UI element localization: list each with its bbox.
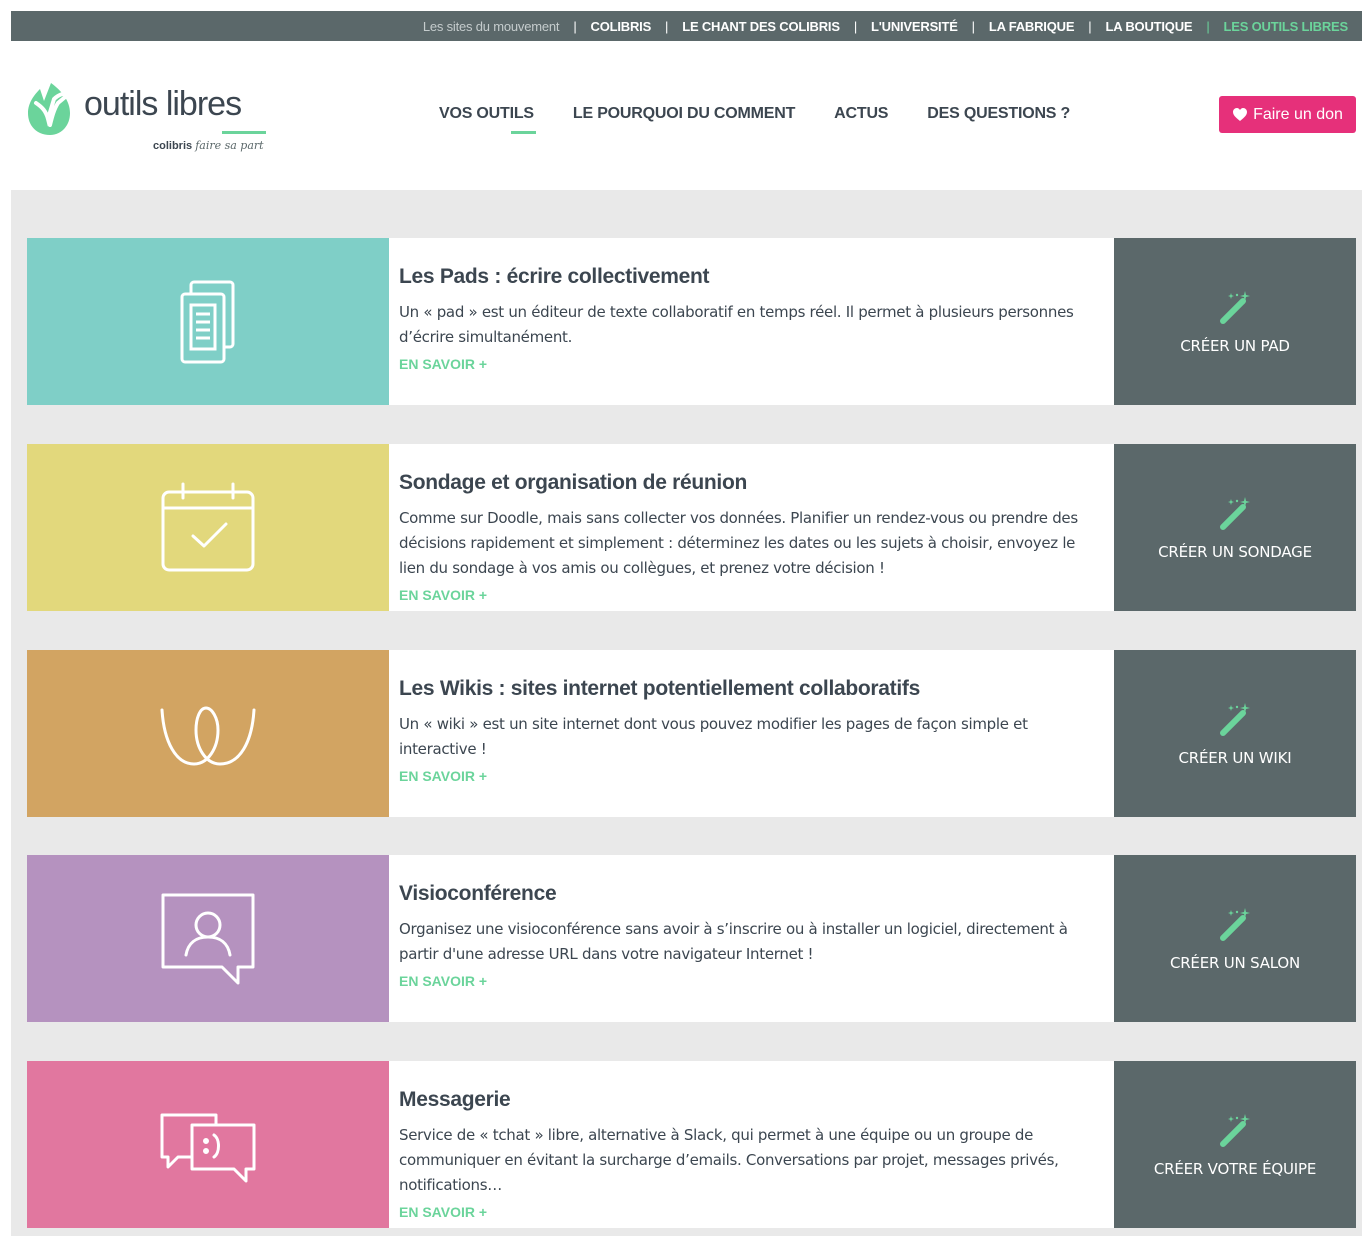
tool-thumb-pads <box>27 238 389 405</box>
separator: | <box>971 18 975 34</box>
movement-sites-intro: Les sites du mouvement <box>422 18 560 34</box>
magic-wand-icon <box>1220 702 1250 736</box>
tool-description: Comme sur Doodle, mais sans collecter vo… <box>399 509 1078 577</box>
hummingbird-logo-icon <box>28 83 76 135</box>
create-button-label: CRÉER UN SONDAGE <box>1158 542 1312 561</box>
tool-card-wikis: Les Wikis : sites internet potentielleme… <box>27 650 1356 817</box>
wiki-icon <box>160 705 256 766</box>
tool-thumb-visio <box>27 855 389 1022</box>
topbar-link-boutique[interactable]: LA BOUTIQUE <box>1105 19 1192 34</box>
tool-thumb-wikis <box>27 650 389 817</box>
create-button-label: CRÉER VOTRE ÉQUIPE <box>1153 1159 1317 1178</box>
create-equipe-button[interactable]: CRÉER VOTRE ÉQUIPE <box>1114 1061 1356 1228</box>
tool-title: Les Wikis : sites internet potentielleme… <box>399 677 920 700</box>
magic-wand-icon <box>1220 496 1250 530</box>
tool-card-visio: Visioconférence Organisez une visioconfé… <box>27 855 1356 1022</box>
tool-body-wikis: Les Wikis : sites internet potentielleme… <box>389 650 1114 817</box>
chat-bubbles-icon <box>160 1113 256 1182</box>
tool-description: Un « wiki » est un site internet dont vo… <box>399 715 1028 758</box>
learn-more-link[interactable]: EN SAVOIR + <box>399 587 1104 603</box>
tool-title: Les Pads : écrire collectivement <box>399 265 710 288</box>
tool-body-sondage: Sondage et organisation de réunion Comme… <box>389 444 1114 611</box>
heart-icon <box>1233 108 1248 121</box>
logo-tagline-text: faire sa part <box>195 139 264 152</box>
nav-des-questions[interactable]: DES QUESTIONS ? <box>927 105 1070 123</box>
tool-title: Sondage et organisation de réunion <box>399 471 748 494</box>
tool-title: Visioconférence <box>399 882 557 905</box>
magic-wand-icon <box>1220 907 1250 941</box>
topbar-link-colibris[interactable]: COLIBRIS <box>591 19 652 34</box>
tool-card-sondage: Sondage et organisation de réunion Comme… <box>27 444 1356 611</box>
tool-thumb-messagerie <box>27 1061 389 1228</box>
create-sondage-button[interactable]: CRÉER UN SONDAGE <box>1114 444 1356 611</box>
logo-title: outils libres <box>84 85 242 123</box>
movement-sites-bar: Les sites du mouvement | COLIBRIS | LE C… <box>11 11 1362 41</box>
separator: | <box>573 18 577 34</box>
tool-card-messagerie: Messagerie Service de « tchat » libre, a… <box>27 1061 1356 1228</box>
learn-more-link[interactable]: EN SAVOIR + <box>399 973 1104 989</box>
separator: | <box>1206 18 1210 34</box>
learn-more-link[interactable]: EN SAVOIR + <box>399 356 1104 372</box>
site-logo[interactable]: outils libres colibris faire sa part <box>26 79 276 159</box>
video-user-icon <box>161 893 255 984</box>
create-button-label: CRÉER UN PAD <box>1180 336 1290 355</box>
separator: | <box>853 18 858 34</box>
tool-description: Un « pad » est un éditeur de texte colla… <box>399 303 1074 346</box>
site-header: outils libres colibris faire sa part VOS… <box>0 41 1362 190</box>
create-salon-button[interactable]: CRÉER UN SALON <box>1114 855 1356 1022</box>
tool-body-pads: Les Pads : écrire collectivement Un « pa… <box>389 238 1114 405</box>
tool-body-visio: Visioconférence Organisez une visioconfé… <box>389 855 1114 1022</box>
create-button-label: CRÉER UN SALON <box>1169 953 1301 972</box>
nav-vos-outils[interactable]: VOS OUTILS <box>439 105 536 134</box>
tools-list: Les Pads : écrire collectivement Un « pa… <box>11 190 1362 1236</box>
tool-title: Messagerie <box>399 1088 511 1111</box>
topbar-link-universite[interactable]: L'UNIVERSITÉ <box>871 19 958 34</box>
calendar-check-icon <box>161 482 255 571</box>
separator: | <box>665 18 669 34</box>
donate-button[interactable]: Faire un don <box>1219 96 1356 133</box>
topbar-link-outils-libres[interactable]: LES OUTILS LIBRES <box>1224 19 1349 34</box>
learn-more-link[interactable]: EN SAVOIR + <box>399 768 1104 784</box>
nav-actus[interactable]: ACTUS <box>834 105 888 123</box>
learn-more-link[interactable]: EN SAVOIR + <box>399 1204 1104 1220</box>
topbar-link-fabrique[interactable]: LA FABRIQUE <box>989 19 1075 34</box>
logo-brand: colibris <box>153 140 193 152</box>
topbar-link-chant-des-colibris[interactable]: LE CHANT DES COLIBRIS <box>682 19 840 34</box>
nav-pourquoi-du-comment[interactable]: LE POURQUOI DU COMMENT <box>573 105 795 123</box>
main-nav: VOS OUTILS LE POURQUOI DU COMMENT ACTUS … <box>439 105 1109 134</box>
separator: | <box>1088 18 1092 34</box>
create-pad-button[interactable]: CRÉER UN PAD <box>1114 238 1356 405</box>
tool-card-pads: Les Pads : écrire collectivement Un « pa… <box>27 238 1356 405</box>
tool-description: Organisez une visioconférence sans avoir… <box>399 920 1068 963</box>
magic-wand-icon <box>1220 1113 1250 1147</box>
create-wiki-button[interactable]: CRÉER UN WIKI <box>1114 650 1356 817</box>
create-button-label: CRÉER UN WIKI <box>1178 748 1292 767</box>
tool-description: Service de « tchat » libre, alternative … <box>399 1126 1059 1194</box>
logo-tagline: colibris faire sa part <box>153 139 264 152</box>
tool-body-messagerie: Messagerie Service de « tchat » libre, a… <box>389 1061 1114 1228</box>
document-icon <box>180 280 235 363</box>
logo-underline <box>222 131 266 134</box>
donate-label: Faire un don <box>1253 105 1343 123</box>
magic-wand-icon <box>1220 290 1250 324</box>
tool-thumb-sondage <box>27 444 389 611</box>
